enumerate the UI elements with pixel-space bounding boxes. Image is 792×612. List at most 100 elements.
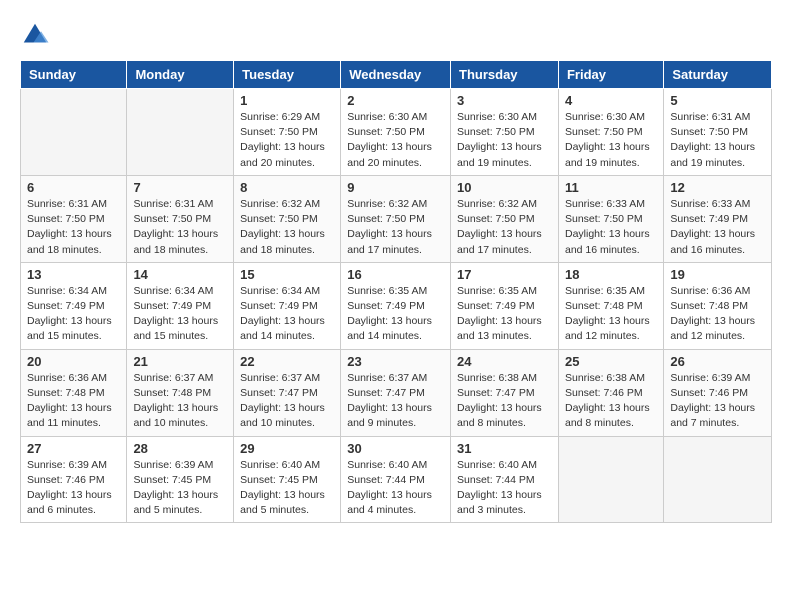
daylight-label: Daylight: [457, 228, 498, 240]
sunset-label: Sunset: [565, 126, 601, 138]
day-number: 21 [133, 354, 227, 369]
sunrise-label: Sunrise: [457, 111, 496, 123]
sunset-label: Sunset: [27, 300, 63, 312]
calendar-day-cell: 18 Sunrise: 6:35 AM Sunset: 7:48 PM Dayl… [558, 262, 663, 349]
sunset-label: Sunset: [670, 126, 706, 138]
calendar-day-cell: 23 Sunrise: 6:37 AM Sunset: 7:47 PM Dayl… [341, 349, 451, 436]
daylight-label: Daylight: [133, 315, 174, 327]
day-number: 31 [457, 441, 552, 456]
sunset-label: Sunset: [240, 213, 276, 225]
daylight-label: Daylight: [133, 402, 174, 414]
day-number: 27 [27, 441, 120, 456]
daylight-label: Daylight: [565, 315, 606, 327]
day-number: 15 [240, 267, 334, 282]
sunrise-label: Sunrise: [565, 285, 604, 297]
page-header [20, 20, 772, 50]
calendar-table: SundayMondayTuesdayWednesdayThursdayFrid… [20, 60, 772, 523]
daylight-label: Daylight: [27, 489, 68, 501]
daylight-label: Daylight: [457, 402, 498, 414]
day-info: Sunrise: 6:31 AM Sunset: 7:50 PM Dayligh… [27, 197, 120, 258]
calendar-day-cell [127, 89, 234, 176]
day-number: 3 [457, 93, 552, 108]
day-info: Sunrise: 6:39 AM Sunset: 7:45 PM Dayligh… [133, 458, 227, 519]
daylight-label: Daylight: [133, 228, 174, 240]
daylight-label: Daylight: [457, 315, 498, 327]
sunrise-label: Sunrise: [565, 372, 604, 384]
day-info: Sunrise: 6:34 AM Sunset: 7:49 PM Dayligh… [27, 284, 120, 345]
day-info: Sunrise: 6:38 AM Sunset: 7:47 PM Dayligh… [457, 371, 552, 432]
daylight-label: Daylight: [457, 489, 498, 501]
day-info: Sunrise: 6:39 AM Sunset: 7:46 PM Dayligh… [670, 371, 765, 432]
daylight-label: Daylight: [347, 489, 388, 501]
day-number: 1 [240, 93, 334, 108]
daylight-label: Daylight: [240, 315, 281, 327]
daylight-label: Daylight: [670, 402, 711, 414]
sunrise-label: Sunrise: [347, 459, 386, 471]
day-number: 7 [133, 180, 227, 195]
day-of-week-header: Sunday [21, 61, 127, 89]
calendar-day-cell: 22 Sunrise: 6:37 AM Sunset: 7:47 PM Dayl… [234, 349, 341, 436]
sunset-label: Sunset: [240, 387, 276, 399]
day-of-week-header: Thursday [451, 61, 559, 89]
sunset-label: Sunset: [457, 300, 493, 312]
calendar-day-cell: 9 Sunrise: 6:32 AM Sunset: 7:50 PM Dayli… [341, 175, 451, 262]
sunrise-label: Sunrise: [347, 372, 386, 384]
calendar-day-cell: 29 Sunrise: 6:40 AM Sunset: 7:45 PM Dayl… [234, 436, 341, 523]
day-number: 25 [565, 354, 657, 369]
logo-icon [20, 20, 50, 50]
day-info: Sunrise: 6:31 AM Sunset: 7:50 PM Dayligh… [670, 110, 765, 171]
calendar-day-cell: 10 Sunrise: 6:32 AM Sunset: 7:50 PM Dayl… [451, 175, 559, 262]
day-info: Sunrise: 6:40 AM Sunset: 7:44 PM Dayligh… [347, 458, 444, 519]
sunrise-label: Sunrise: [347, 198, 386, 210]
calendar-day-cell: 1 Sunrise: 6:29 AM Sunset: 7:50 PM Dayli… [234, 89, 341, 176]
sunset-label: Sunset: [670, 213, 706, 225]
calendar-day-cell: 17 Sunrise: 6:35 AM Sunset: 7:49 PM Dayl… [451, 262, 559, 349]
sunrise-label: Sunrise: [240, 459, 279, 471]
calendar-week-row: 13 Sunrise: 6:34 AM Sunset: 7:49 PM Dayl… [21, 262, 772, 349]
day-number: 6 [27, 180, 120, 195]
daylight-label: Daylight: [240, 402, 281, 414]
sunset-label: Sunset: [347, 213, 383, 225]
day-number: 20 [27, 354, 120, 369]
calendar-day-cell: 31 Sunrise: 6:40 AM Sunset: 7:44 PM Dayl… [451, 436, 559, 523]
day-number: 17 [457, 267, 552, 282]
logo [20, 20, 54, 50]
day-info: Sunrise: 6:37 AM Sunset: 7:47 PM Dayligh… [347, 371, 444, 432]
sunrise-label: Sunrise: [240, 372, 279, 384]
day-of-week-header: Tuesday [234, 61, 341, 89]
calendar-day-cell: 7 Sunrise: 6:31 AM Sunset: 7:50 PM Dayli… [127, 175, 234, 262]
calendar-day-cell: 14 Sunrise: 6:34 AM Sunset: 7:49 PM Dayl… [127, 262, 234, 349]
calendar-day-cell: 3 Sunrise: 6:30 AM Sunset: 7:50 PM Dayli… [451, 89, 559, 176]
day-info: Sunrise: 6:32 AM Sunset: 7:50 PM Dayligh… [240, 197, 334, 258]
day-number: 19 [670, 267, 765, 282]
calendar-day-cell: 24 Sunrise: 6:38 AM Sunset: 7:47 PM Dayl… [451, 349, 559, 436]
sunrise-label: Sunrise: [347, 285, 386, 297]
sunset-label: Sunset: [240, 474, 276, 486]
daylight-label: Daylight: [347, 402, 388, 414]
sunset-label: Sunset: [133, 213, 169, 225]
calendar-day-cell: 6 Sunrise: 6:31 AM Sunset: 7:50 PM Dayli… [21, 175, 127, 262]
calendar-day-cell [664, 436, 772, 523]
calendar-day-cell [21, 89, 127, 176]
sunset-label: Sunset: [565, 300, 601, 312]
daylight-label: Daylight: [240, 141, 281, 153]
day-of-week-header: Saturday [664, 61, 772, 89]
sunset-label: Sunset: [347, 474, 383, 486]
daylight-label: Daylight: [670, 141, 711, 153]
sunset-label: Sunset: [457, 474, 493, 486]
day-info: Sunrise: 6:33 AM Sunset: 7:50 PM Dayligh… [565, 197, 657, 258]
day-info: Sunrise: 6:37 AM Sunset: 7:47 PM Dayligh… [240, 371, 334, 432]
sunset-label: Sunset: [27, 474, 63, 486]
day-info: Sunrise: 6:34 AM Sunset: 7:49 PM Dayligh… [240, 284, 334, 345]
calendar-day-cell: 26 Sunrise: 6:39 AM Sunset: 7:46 PM Dayl… [664, 349, 772, 436]
calendar-day-cell: 15 Sunrise: 6:34 AM Sunset: 7:49 PM Dayl… [234, 262, 341, 349]
sunrise-label: Sunrise: [133, 459, 172, 471]
calendar-day-cell: 4 Sunrise: 6:30 AM Sunset: 7:50 PM Dayli… [558, 89, 663, 176]
day-number: 30 [347, 441, 444, 456]
sunrise-label: Sunrise: [27, 372, 66, 384]
day-info: Sunrise: 6:30 AM Sunset: 7:50 PM Dayligh… [347, 110, 444, 171]
sunset-label: Sunset: [457, 387, 493, 399]
day-info: Sunrise: 6:30 AM Sunset: 7:50 PM Dayligh… [457, 110, 552, 171]
sunset-label: Sunset: [27, 213, 63, 225]
calendar-day-cell: 21 Sunrise: 6:37 AM Sunset: 7:48 PM Dayl… [127, 349, 234, 436]
